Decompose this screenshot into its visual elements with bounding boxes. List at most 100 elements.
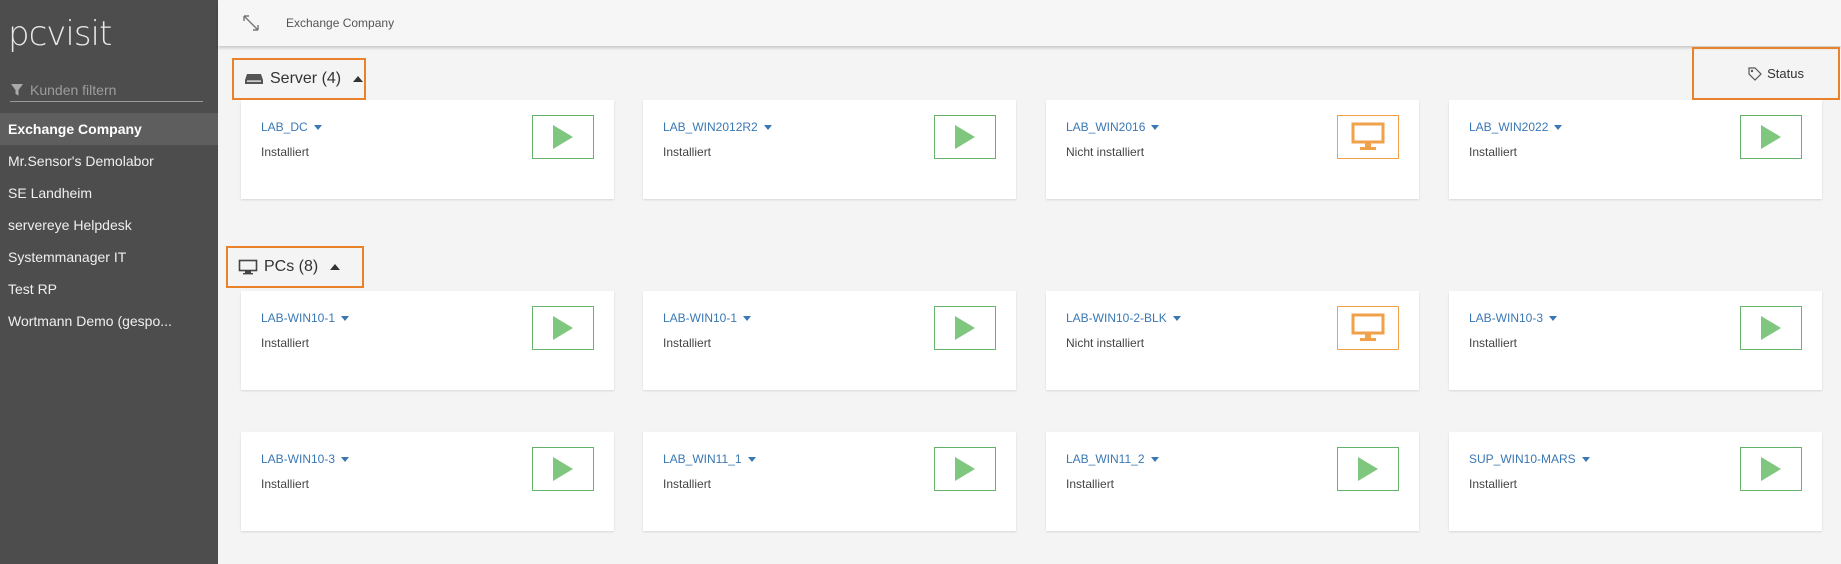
connect-button[interactable] <box>532 306 594 350</box>
play-icon <box>1761 316 1781 340</box>
device-name: LAB_WIN2022 <box>1469 120 1549 134</box>
device-name: LAB_WIN11_1 <box>663 452 742 466</box>
device-name: LAB-WIN10-1 <box>663 311 738 325</box>
device-name-dropdown[interactable]: LAB-WIN10-3 <box>1469 311 1558 325</box>
play-icon <box>955 125 975 149</box>
device-card: LAB_WIN2016 Nicht installiert <box>1046 100 1419 199</box>
monitor-icon <box>238 259 258 275</box>
device-name-dropdown[interactable]: LAB-WIN10-3 <box>261 452 350 466</box>
customer-filter[interactable] <box>10 78 203 102</box>
device-name-dropdown[interactable]: SUP_WIN10-MARS <box>1469 452 1590 466</box>
device-card: LAB_WIN2012R2 Installiert <box>643 100 1016 199</box>
group-label-pcs: PCs (8) <box>264 258 319 275</box>
caret-down-icon <box>747 456 756 462</box>
device-name-dropdown[interactable]: LAB-WIN10-1 <box>261 311 350 325</box>
device-name-dropdown[interactable]: LAB-WIN10-2-BLK <box>1066 311 1181 325</box>
device-name: LAB-WIN10-1 <box>261 311 336 325</box>
connect-button[interactable] <box>1740 447 1802 491</box>
device-card: LAB-WIN10-1 Installiert <box>241 291 614 390</box>
device-card: LAB-WIN10-2-BLK Nicht installiert <box>1046 291 1419 390</box>
device-card: LAB-WIN10-3 Installiert <box>241 432 614 531</box>
install-status: Nicht installiert <box>1066 336 1145 350</box>
group-label-server: Server (4) <box>270 70 342 87</box>
play-icon <box>1761 457 1781 481</box>
install-status: Nicht installiert <box>1066 145 1145 159</box>
device-name: LAB-WIN10-3 <box>1469 311 1544 325</box>
status-filter-button[interactable]: Status <box>1692 47 1840 100</box>
sidebar-item-mr-sensor[interactable]: Mr.Sensor's Demolabor <box>0 145 218 177</box>
device-name: LAB_WIN11_2 <box>1066 452 1145 466</box>
group-header-server[interactable]: Server (4) <box>232 58 366 100</box>
device-name-dropdown[interactable]: LAB_DC <box>261 120 322 134</box>
device-name-dropdown[interactable]: LAB_WIN11_2 <box>1066 452 1159 466</box>
caret-down-icon <box>313 124 322 130</box>
device-name: SUP_WIN10-MARS <box>1469 452 1576 466</box>
connect-button[interactable] <box>934 115 996 159</box>
device-name: LAB_WIN2016 <box>1066 120 1146 134</box>
sidebar-item-systemmanager-it[interactable]: Systemmanager IT <box>0 241 218 273</box>
install-status: Installiert <box>261 477 310 491</box>
caret-down-icon <box>1581 456 1590 462</box>
connect-button[interactable] <box>1337 447 1399 491</box>
device-name-dropdown[interactable]: LAB_WIN2022 <box>1469 120 1563 134</box>
expand-arrows-icon[interactable] <box>242 14 260 32</box>
connect-button[interactable] <box>1740 115 1802 159</box>
caret-down-icon <box>1172 315 1181 321</box>
caret-down-icon <box>341 456 350 462</box>
collapse-caret-icon <box>330 264 341 270</box>
install-status: Installiert <box>1066 477 1115 491</box>
device-name-dropdown[interactable]: LAB-WIN10-1 <box>663 311 752 325</box>
sidebar: pcvisit Exchange Company Mr.Sensor's Dem… <box>0 0 218 564</box>
device-card: LAB_WIN11_1 Installiert <box>643 432 1016 531</box>
device-card: LAB-WIN10-3 Installiert <box>1449 291 1822 390</box>
device-name: LAB_DC <box>261 120 308 134</box>
connect-button[interactable] <box>1740 306 1802 350</box>
sidebar-item-wortmann-demo[interactable]: Wortmann Demo (gespo... <box>0 305 218 337</box>
device-name-dropdown[interactable]: LAB_WIN2012R2 <box>663 120 772 134</box>
device-name: LAB-WIN10-2-BLK <box>1066 311 1167 325</box>
monitor-icon <box>1351 313 1385 341</box>
play-icon <box>553 457 573 481</box>
play-icon <box>955 316 975 340</box>
sidebar-item-se-landheim[interactable]: SE Landheim <box>0 177 218 209</box>
install-status: Installiert <box>1469 477 1518 491</box>
device-card: LAB-WIN10-1 Installiert <box>643 291 1016 390</box>
connect-button[interactable] <box>532 447 594 491</box>
device-card: LAB_DC Installiert <box>241 100 614 199</box>
install-status: Installiert <box>261 145 310 159</box>
device-name-dropdown[interactable]: LAB_WIN2016 <box>1066 120 1160 134</box>
connect-button[interactable] <box>934 306 996 350</box>
group-header-pcs[interactable]: PCs (8) <box>226 246 364 288</box>
top-bar: Exchange Company <box>218 0 1841 46</box>
install-status: Installiert <box>663 145 712 159</box>
device-card: SUP_WIN10-MARS Installiert <box>1449 432 1822 531</box>
install-button[interactable] <box>1337 306 1399 350</box>
connect-button[interactable] <box>934 447 996 491</box>
customer-filter-input[interactable] <box>30 81 200 98</box>
connect-button[interactable] <box>532 115 594 159</box>
caret-down-icon <box>341 315 350 321</box>
caret-down-icon <box>1151 124 1160 130</box>
install-status: Installiert <box>1469 145 1518 159</box>
install-button[interactable] <box>1337 115 1399 159</box>
device-card: LAB_WIN11_2 Installiert <box>1046 432 1419 531</box>
play-icon <box>1358 457 1378 481</box>
customer-list: Exchange Company Mr.Sensor's Demolabor S… <box>0 113 218 337</box>
device-name: LAB_WIN2012R2 <box>663 120 758 134</box>
device-name-dropdown[interactable]: LAB_WIN11_1 <box>663 452 756 466</box>
collapse-caret-icon <box>353 76 364 82</box>
install-status: Installiert <box>261 336 310 350</box>
install-status: Installiert <box>1469 336 1518 350</box>
sidebar-item-test-rp[interactable]: Test RP <box>0 273 218 305</box>
caret-down-icon <box>743 315 752 321</box>
sidebar-item-servereye-helpdesk[interactable]: servereye Helpdesk <box>0 209 218 241</box>
caret-down-icon <box>1549 315 1558 321</box>
tag-icon <box>1748 66 1762 81</box>
device-name: LAB-WIN10-3 <box>261 452 336 466</box>
filter-icon <box>11 83 23 95</box>
sidebar-item-exchange-company[interactable]: Exchange Company <box>0 113 218 145</box>
play-icon <box>955 457 975 481</box>
caret-down-icon <box>1150 456 1159 462</box>
server-icon <box>245 74 263 84</box>
status-label: Status <box>1767 66 1804 81</box>
